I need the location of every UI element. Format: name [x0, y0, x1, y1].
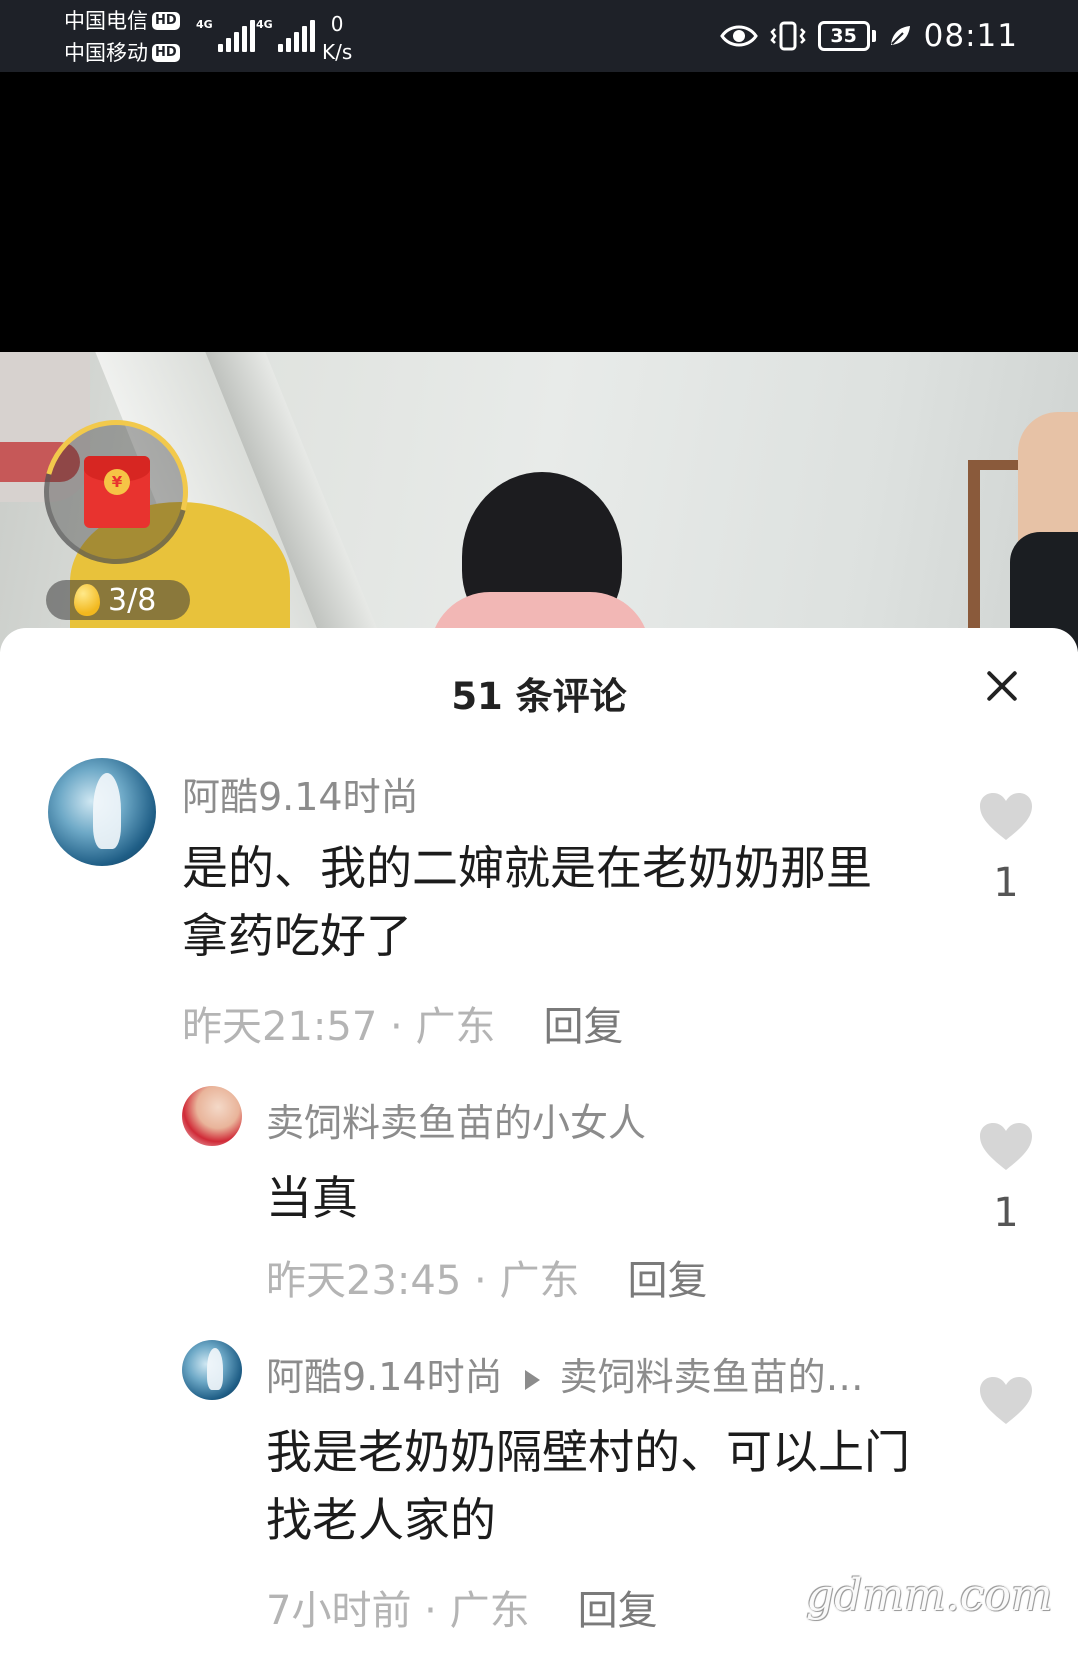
meta-separator: · [461, 1258, 500, 1304]
net-speed-value: 0 [330, 12, 344, 36]
carrier-2-label: 中国移动 [64, 41, 148, 65]
golden-egg-icon [74, 584, 100, 616]
like-button[interactable]: 1 [976, 1122, 1036, 1236]
yuan-coin-icon: ¥ [104, 469, 130, 495]
eye-comfort-icon [719, 25, 758, 47]
comment-username-line: 阿酷9.14时尚 卖饲料卖鱼苗的… [266, 1346, 864, 1401]
signal-strength-icon: 4G [196, 18, 255, 52]
comment-location: 广东 [499, 1258, 580, 1304]
reply-target-username[interactable]: 卖饲料卖鱼苗的… [560, 1355, 864, 1399]
like-button[interactable] [976, 1376, 1036, 1430]
coin-counter[interactable]: 3/8 [46, 580, 190, 620]
like-button[interactable]: 1 [976, 792, 1036, 906]
network-tag: 4G [256, 18, 273, 31]
comments-sheet: 51 条评论 阿酷9.14时尚 是的、我的二婶就是在老奶奶那里拿药吃好了 昨天2… [0, 628, 1078, 1660]
net-speed-unit: K/s [322, 40, 353, 64]
carrier-1: 中国电信 HD [64, 8, 180, 34]
comment-time: 7小时前 [266, 1588, 412, 1634]
comment-time: 昨天23:45 [266, 1258, 462, 1304]
reply-button[interactable]: 回复 [627, 1258, 707, 1304]
status-bar: 中国电信 HD 中国移动 HD 4G 4G 0 K/s 35 08:11 [0, 0, 1078, 72]
carrier-2: 中国移动 HD [64, 40, 180, 66]
battery-icon: 35 [817, 21, 876, 51]
comment-text: 我是老奶奶隔壁村的、可以上门找老人家的 [266, 1425, 910, 1547]
hd-badge: HD [152, 44, 180, 62]
like-count: 1 [993, 860, 1019, 906]
reply-button[interactable]: 回复 [578, 1588, 658, 1634]
comment-meta: 7小时前 · 广东 回复 [266, 1578, 658, 1636]
heart-icon [980, 793, 1032, 840]
meta-separator: · [377, 1004, 416, 1050]
comment-username[interactable]: 阿酷9.14时尚 [182, 766, 419, 821]
leaf-icon [890, 26, 910, 45]
meta-separator: · [411, 1588, 450, 1634]
comment-username[interactable]: 卖饲料卖鱼苗的小女人 [266, 1092, 646, 1147]
vibrate-icon [770, 21, 806, 51]
network-tag: 4G [196, 18, 213, 31]
comments-title: 51 条评论 [451, 675, 627, 718]
comment-text: 当真 [266, 1171, 358, 1225]
status-icons: 35 08:11 [719, 14, 1018, 58]
comment-meta: 昨天21:57 · 广东 回复 [182, 994, 623, 1052]
comment-time: 昨天21:57 [182, 1004, 378, 1050]
net-speed: 0 K/s [322, 10, 352, 66]
avatar[interactable] [48, 758, 156, 866]
comment-meta: 昨天23:45 · 广东 回复 [266, 1248, 707, 1306]
signal-strength-icon: 4G [256, 18, 315, 52]
like-count: 1 [993, 1190, 1019, 1236]
clock: 08:11 [923, 18, 1018, 54]
comment-location: 广东 [415, 1004, 496, 1050]
coin-counter-label: 3/8 [108, 582, 157, 618]
reply-arrow-icon [524, 1369, 540, 1390]
close-icon[interactable] [984, 668, 1020, 704]
reply-button[interactable]: 回复 [543, 1004, 623, 1050]
heart-icon [980, 1377, 1032, 1424]
carrier-1-label: 中国电信 [64, 9, 148, 33]
redpacket-icon[interactable]: ¥ [84, 456, 150, 528]
comment-location: 广东 [449, 1588, 530, 1634]
comment-text: 是的、我的二婶就是在老奶奶那里拿药吃好了 [182, 841, 872, 963]
heart-icon [980, 1123, 1032, 1170]
battery-level: 35 [817, 21, 870, 51]
watermark: gdmm.com [806, 1570, 1053, 1621]
avatar[interactable] [182, 1086, 242, 1146]
comment-username[interactable]: 阿酷9.14时尚 [266, 1355, 503, 1399]
video-letterbox[interactable] [0, 72, 1078, 352]
avatar[interactable] [182, 1340, 242, 1400]
hd-badge: HD [152, 12, 180, 30]
